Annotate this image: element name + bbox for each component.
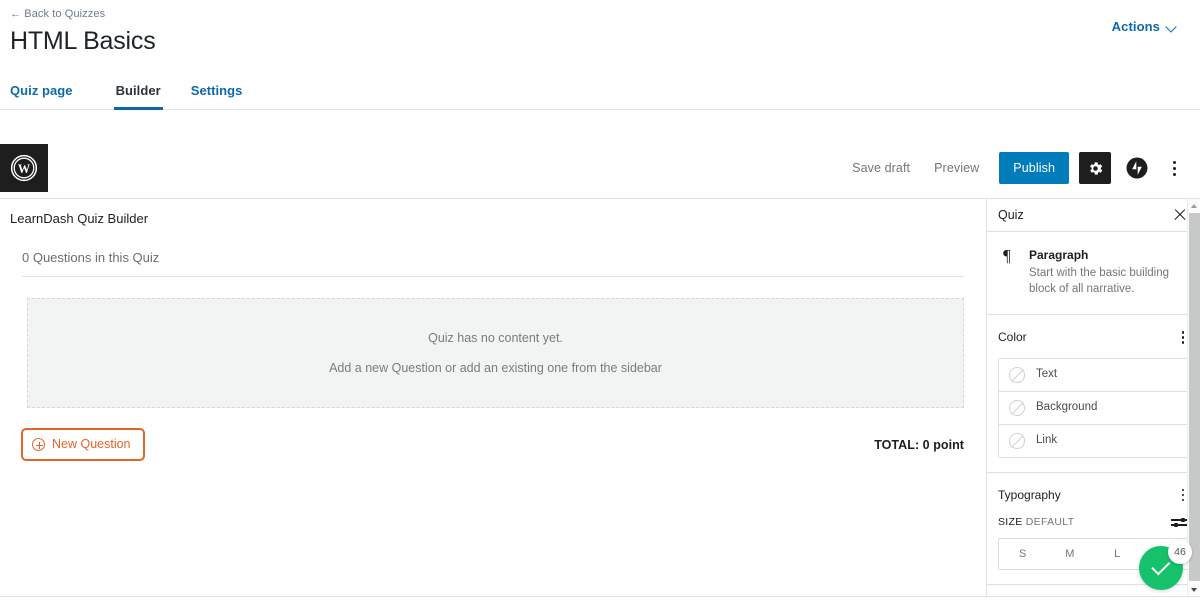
scroll-up-arrow-icon[interactable] [1188,199,1200,212]
plus-circle-icon [32,438,45,451]
total-points-label: TOTAL: 0 point [874,437,964,452]
kebab-dot [1181,331,1184,334]
block-description: Start with the basic building block of a… [1029,267,1169,295]
quiz-builder-canvas: LearnDash Quiz Builder 0 Questions in th… [0,199,986,596]
slider-knob [1174,522,1178,527]
color-label: Link [1036,434,1058,446]
svg-text:W: W [18,162,31,176]
color-label: Background [1036,401,1098,413]
save-draft-button[interactable]: Save draft [840,155,922,181]
builder-heading: LearnDash Quiz Builder [10,211,149,226]
new-question-button[interactable]: New Question [21,428,145,461]
font-size-label: SIZE DEFAULT [998,516,1075,528]
kebab-dot [1172,160,1176,164]
color-label: Text [1036,368,1058,380]
empty-message-primary: Quiz has no content yet. [428,331,563,345]
tab-builder[interactable]: Builder [113,83,163,110]
editor-more-menu-button[interactable] [1159,152,1189,184]
typography-panel-title: Typography [998,487,1061,502]
sidebar-title: Quiz [998,208,1024,222]
settings-gear-button[interactable] [1079,152,1111,184]
block-info-card: ¶ Paragraph Start with the basic buildin… [987,232,1200,315]
publish-button[interactable]: Publish [999,152,1069,184]
chevron-down-icon [1167,23,1178,30]
breadcrumb: Quiz › Paragraph [0,596,1200,601]
quiz-tabs: Quiz page Builder Settings [0,72,1200,110]
kebab-dot [1181,341,1184,344]
editor-body: LearnDash Quiz Builder 0 Questions in th… [0,199,1200,596]
actions-dropdown[interactable]: Actions [1112,19,1178,34]
block-settings-sidebar: Quiz ¶ Paragraph Start with the basic bu… [986,199,1200,596]
empty-quiz-placeholder: Quiz has no content yet. Add a new Quest… [27,298,964,408]
no-color-icon [1009,399,1025,416]
paragraph-pilcrow-icon: ¶ [1003,246,1011,265]
kebab-dot [1181,498,1184,501]
canvas-footer: New Question TOTAL: 0 point [21,428,964,461]
color-panel: Color Text Background Link [987,315,1200,473]
color-options-list: Text Background Link [998,357,1189,458]
sidebar-scrollbar[interactable] [1187,199,1200,596]
gear-icon [1089,161,1102,175]
kebab-dot [1181,493,1184,496]
editor-toolbar: W Save draft Preview Publish [0,138,1200,199]
no-color-icon [1009,432,1025,449]
kebab-dot [1172,172,1176,176]
actions-label: Actions [1111,19,1160,34]
wordpress-logo-icon[interactable]: W [0,144,48,192]
color-panel-title: Color [998,330,1027,345]
kebab-dot [1172,166,1176,170]
admin-header: ← Back to Quizzes HTML Basics Actions [0,0,1200,58]
color-row-link[interactable]: Link [999,424,1188,457]
font-size-row: SIZE DEFAULT [998,515,1189,529]
new-question-label: New Question [52,437,131,451]
page-title: HTML Basics [10,27,156,55]
no-color-icon [1009,366,1025,383]
empty-message-secondary: Add a new Question or add an existing on… [329,361,662,375]
color-row-background[interactable]: Background [999,391,1188,425]
tab-settings[interactable]: Settings [191,83,256,109]
font-size-option-s[interactable]: S [999,539,1047,569]
kebab-dot [1181,488,1184,491]
editor-toolbar-actions: Save draft Preview Publish [840,152,1200,184]
scroll-down-arrow-icon[interactable] [1188,583,1200,596]
preview-button[interactable]: Preview [922,155,991,181]
block-name: Paragraph [1029,248,1089,262]
sidebar-header: Quiz [987,199,1200,232]
font-size-option-m[interactable]: M [1046,539,1094,569]
scrollbar-thumb[interactable] [1189,213,1200,581]
jetpack-icon [1126,157,1148,179]
grammarly-suggestion-count[interactable]: 46 [1168,540,1192,564]
color-panel-header: Color [998,328,1189,347]
grammarly-widget[interactable]: 46 [1139,540,1192,590]
typography-panel-header: Typography [998,486,1189,505]
back-to-quizzes-link[interactable]: ← Back to Quizzes [10,7,105,21]
slider-knob [1181,517,1185,522]
color-row-text[interactable]: Text [999,358,1188,392]
tab-quiz-page[interactable]: Quiz page [10,83,86,109]
questions-count-label: 0 Questions in this Quiz [22,228,964,277]
jetpack-button[interactable] [1121,152,1153,184]
checkmark [1150,556,1170,576]
font-size-option-l[interactable]: L [1093,539,1141,569]
kebab-dot [1181,336,1184,339]
